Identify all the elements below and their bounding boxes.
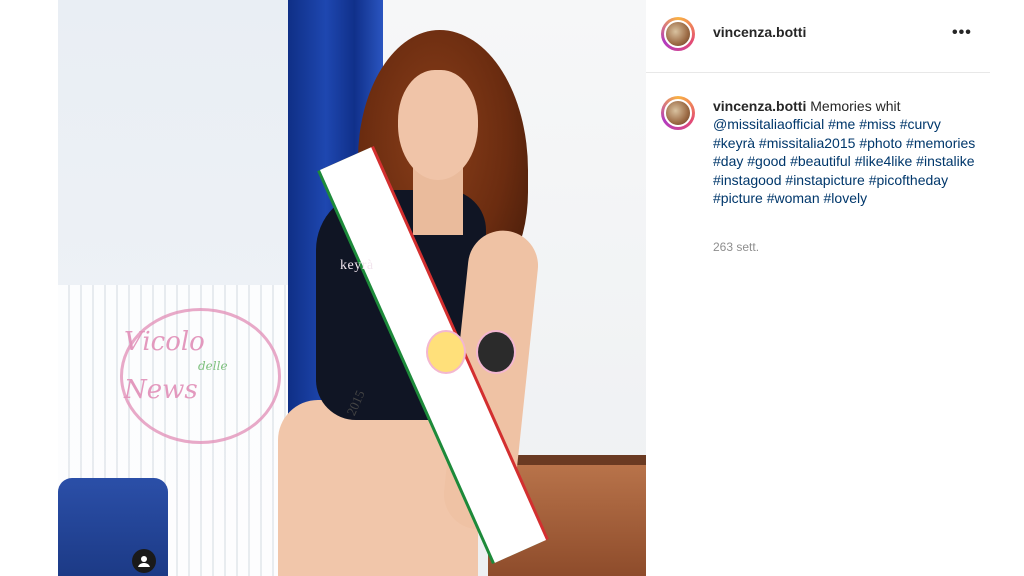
hashtag-link[interactable]: #memories xyxy=(906,135,975,151)
hashtag-link[interactable]: #miss xyxy=(859,116,896,132)
hashtag-link[interactable]: #instapicture xyxy=(785,172,864,188)
hashtag-link[interactable]: #keyrà xyxy=(713,135,755,151)
avatar[interactable] xyxy=(661,17,695,51)
mention-link[interactable]: @missitaliaofficial xyxy=(713,116,824,132)
user-circle-icon[interactable] xyxy=(132,549,156,573)
caption-text: vincenza.botti Memories whit @missitalia… xyxy=(713,97,983,207)
swimsuit-brand-text: keyrà xyxy=(340,258,374,273)
caption-avatar[interactable] xyxy=(661,96,695,130)
hashtag-link[interactable]: #lovely xyxy=(824,190,868,206)
post-photo[interactable]: keyrà 2015 Vicolo delle News xyxy=(58,0,646,576)
hashtag-link[interactable]: #photo xyxy=(859,135,902,151)
hashtag-link[interactable]: #instagood xyxy=(713,172,782,188)
watermark-line1: Vicolo xyxy=(124,327,205,357)
caption-intro: Memories whit xyxy=(810,98,901,114)
caption-username-link[interactable]: vincenza.botti xyxy=(713,98,806,114)
hashtag-link[interactable]: #instalike xyxy=(916,153,974,169)
hashtag-link[interactable]: #good xyxy=(747,153,786,169)
username-link[interactable]: vincenza.botti xyxy=(713,24,806,40)
caption-tags: @missitaliaofficial #me #miss #curvy #ke… xyxy=(713,116,975,206)
hashtag-link[interactable]: #curvy xyxy=(900,116,941,132)
post-details-panel: vincenza.botti ••• vincenza.botti Memori… xyxy=(646,0,990,576)
hashtag-link[interactable]: #missitalia2015 xyxy=(759,135,856,151)
hashtag-link[interactable]: #beautiful xyxy=(790,153,851,169)
hashtag-link[interactable]: #day xyxy=(713,153,743,169)
more-horizontal-icon[interactable]: ••• xyxy=(952,24,972,42)
watermark-line3: News xyxy=(124,375,198,405)
hashtag-link[interactable]: #picture xyxy=(713,190,763,206)
hashtag-link[interactable]: #me xyxy=(828,116,855,132)
hashtag-link[interactable]: #picoftheday xyxy=(869,172,948,188)
hashtag-link[interactable]: #woman xyxy=(767,190,820,206)
post-timestamp[interactable]: 263 sett. xyxy=(713,240,759,254)
watermark-logo: Vicolo delle News xyxy=(124,327,274,405)
face xyxy=(398,70,478,180)
post-header: vincenza.botti ••• xyxy=(646,0,990,73)
hashtag-link[interactable]: #like4like xyxy=(855,153,913,169)
watermark-cartoon xyxy=(426,330,536,376)
